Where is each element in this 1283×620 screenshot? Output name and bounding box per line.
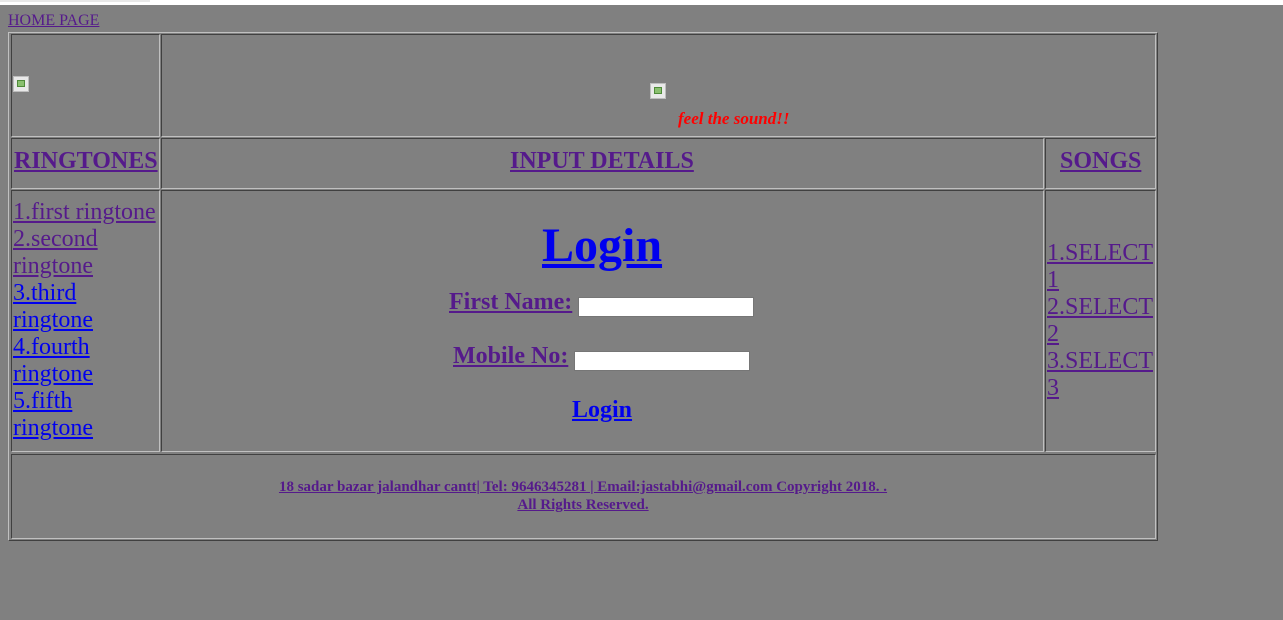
song-link-1[interactable]: 1.SELECT 1 bbox=[1047, 240, 1155, 294]
ringtone-list: 1.first ringtone 2.second ringtone 3.thi… bbox=[13, 199, 159, 442]
song-link-text: 2 bbox=[1047, 321, 1059, 347]
first-name-input[interactable] bbox=[578, 297, 754, 317]
ringtone-link-5[interactable]: 5.fifth ringtone bbox=[13, 388, 159, 442]
mobile-input[interactable] bbox=[574, 351, 750, 371]
login-submit-link[interactable]: Login bbox=[572, 397, 632, 424]
browser-top-strip bbox=[0, 0, 1283, 5]
login-title-link[interactable]: Login bbox=[542, 218, 662, 273]
logo-image bbox=[13, 76, 29, 92]
ringtone-link-1[interactable]: 1.first ringtone bbox=[13, 199, 159, 226]
ringtone-link-text: 4.fourth bbox=[13, 334, 90, 360]
ringtone-link-text: 2.second bbox=[13, 226, 98, 252]
input-details-heading-link[interactable]: INPUT DETAILS bbox=[510, 148, 694, 175]
ringtones-heading-link[interactable]: RINGTONES bbox=[14, 148, 158, 175]
ringtone-link-4[interactable]: 4.fourth ringtone bbox=[13, 334, 159, 388]
ringtone-link-text: ringtone bbox=[13, 415, 93, 441]
song-link-text: 3 bbox=[1047, 375, 1059, 401]
logo-cell bbox=[11, 34, 160, 137]
footer-contact-text: 18 sadar bazar jalandhar cantt| Tel: 964… bbox=[278, 479, 888, 495]
song-link-text: 2.SELECT bbox=[1047, 294, 1153, 320]
mobile-label[interactable]: Mobile No: bbox=[453, 343, 568, 370]
ringtone-link-text: 1.first ringtone bbox=[13, 199, 156, 225]
song-link-text: 3.SELECT bbox=[1047, 348, 1153, 374]
footer-contact-link[interactable]: 18 sadar bazar jalandhar cantt| Tel: 964… bbox=[200, 478, 966, 514]
ringtone-link-text: ringtone bbox=[13, 253, 93, 279]
ringtone-link-2[interactable]: 2.second ringtone bbox=[13, 226, 159, 280]
song-link-text: 1.SELECT bbox=[1047, 240, 1153, 266]
footer: 18 sadar bazar jalandhar cantt| Tel: 964… bbox=[200, 478, 966, 514]
ringtone-link-text: ringtone bbox=[13, 361, 93, 387]
song-link-3[interactable]: 3.SELECT 3 bbox=[1047, 348, 1155, 402]
ringtone-link-text: ringtone bbox=[13, 307, 93, 333]
song-link-2[interactable]: 2.SELECT 2 bbox=[1047, 294, 1155, 348]
songs-heading-link[interactable]: SONGS bbox=[1060, 148, 1141, 175]
ringtone-link-3[interactable]: 3.third ringtone bbox=[13, 280, 159, 334]
footer-rights-text: All Rights Reserved. bbox=[517, 497, 649, 513]
song-link-text: 1 bbox=[1047, 267, 1059, 293]
ringtone-link-text: 5.fifth bbox=[13, 388, 73, 414]
first-name-label[interactable]: First Name: bbox=[449, 289, 572, 316]
ringtone-link-text: 3.third bbox=[13, 280, 77, 306]
banner-image bbox=[650, 83, 666, 99]
top-strip-edge bbox=[0, 0, 150, 2]
songs-list: 1.SELECT 1 2.SELECT 2 3.SELECT 3 bbox=[1047, 240, 1155, 402]
tagline: feel the sound!! bbox=[678, 109, 790, 128]
home-page-link[interactable]: HOME PAGE bbox=[8, 12, 99, 30]
banner-cell bbox=[161, 34, 1156, 137]
